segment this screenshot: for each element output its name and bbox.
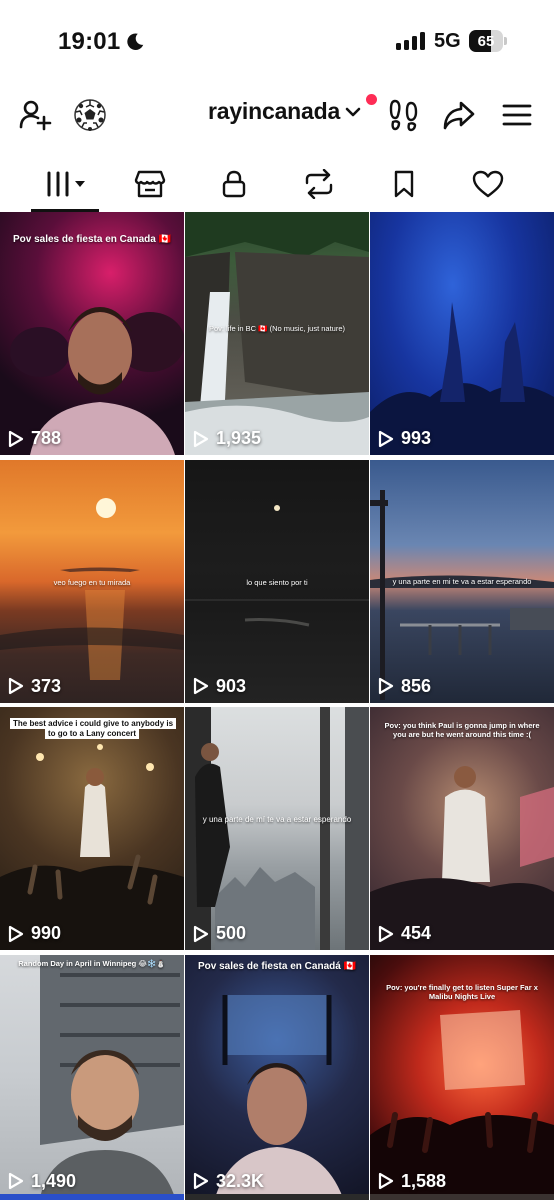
profile-tabs [0,160,554,212]
video-caption: veo fuego en tu mirada [53,577,131,587]
tab-reposts[interactable] [289,160,349,208]
view-count: 856 [401,675,432,696]
video-caption: y una parte de mí te va a estar esperand… [202,815,352,824]
play-icon [193,1172,209,1190]
video-tile[interactable]: veo fuego en tu mirada 373 [0,459,184,703]
play-icon [378,925,394,942]
video-caption: lo que siento por ti [246,577,308,587]
view-count: 32.3K [216,1170,265,1191]
video-caption: Pov sales de fiesta en Canadá 🇨🇦 [197,960,357,972]
chevron-down-icon [345,107,361,116]
video-tile[interactable]: Pov sales de fiesta en Canada 🇨🇦 788 [0,212,184,455]
status-time: 19:01 [58,28,146,56]
view-count: 993 [401,428,432,448]
video-caption: Random Day in April in Winnipeg 😂❄️⛄ [18,958,166,968]
play-icon [378,430,394,447]
video-tile[interactable]: Pov: you're finally get to listen Super … [370,954,554,1198]
video-views: 1,588 [378,1171,446,1192]
tab-private[interactable] [204,160,264,208]
play-icon [193,677,209,695]
battery-icon: 65 [469,30,507,52]
play-icon [378,677,394,695]
video-caption: Pov: life in BC 🇨🇦 (No music, just natur… [208,324,346,333]
video-tile[interactable]: The best advice i could give to anybody … [0,707,184,950]
tab-videos[interactable] [35,160,95,208]
status-bar: 19:01 5G 65 [0,0,554,80]
profile-header: rayincanada [0,88,554,140]
video-views: 993 [378,428,431,449]
video-tile[interactable]: Pov sales de fiesta en Canadá 🇨🇦 32.3K [185,954,369,1198]
video-views: 1,490 [8,1171,76,1192]
view-count: 1,935 [216,428,262,448]
video-caption: y una parte en mi te va a estar esperand… [392,576,532,586]
video-tile[interactable]: Pov: you think Paul is gonna jump in whe… [370,707,554,950]
cellular-signal-icon [396,32,425,50]
view-count: 500 [216,923,247,943]
play-icon [8,430,24,447]
soccer-ball-icon[interactable] [71,96,109,134]
view-count: 373 [31,675,62,696]
video-views: 32.3K [193,1171,264,1192]
video-tile[interactable]: lo que siento por ti 903 [185,459,369,703]
play-icon [193,925,209,942]
profile-username: rayincanada [208,98,341,124]
moon-icon [127,33,144,50]
video-grid: Pov sales de fiesta en Canada 🇨🇦 788 Pov… [0,212,554,1200]
video-views: 903 [193,676,246,697]
video-caption: Pov sales de fiesta en Canada 🇨🇦 [12,234,172,245]
heart-icon [472,170,504,198]
video-views: 788 [8,428,61,449]
tab-shop[interactable] [120,160,180,208]
video-caption: Pov: you think Paul is gonna jump in whe… [384,721,540,740]
view-count: 788 [31,428,62,448]
bookmark-icon [394,170,414,198]
video-tile[interactable]: 993 [370,212,554,455]
videos-grid-icon [47,171,85,197]
view-count: 454 [401,923,432,943]
play-icon [8,677,24,695]
username-switcher[interactable]: rayincanada [208,98,362,125]
video-views: 373 [8,676,61,697]
lock-icon [222,170,246,198]
video-views: 856 [378,676,431,697]
share-icon[interactable] [440,96,478,134]
video-tile[interactable]: Random Day in April in Winnipeg 😂❄️⛄ 1,4… [0,954,184,1198]
video-views: 454 [378,923,431,944]
play-icon [193,430,209,447]
video-views: 500 [193,923,246,944]
video-views: 1,935 [193,428,261,449]
view-count: 1,490 [31,1170,77,1191]
menu-icon[interactable] [498,96,536,134]
tab-bookmarks[interactable] [374,160,434,208]
shop-icon [134,170,166,198]
next-row-preview [0,1194,554,1200]
play-icon [8,1172,24,1190]
network-type: 5G [434,30,461,52]
video-tile[interactable]: Pov: life in BC 🇨🇦 (No music, just natur… [185,212,369,455]
notification-dot [366,94,377,105]
view-count: 903 [216,675,247,696]
play-icon [8,925,24,942]
video-tile[interactable]: y una parte en mi te va a estar esperand… [370,459,554,703]
status-time-label: 19:01 [58,28,121,55]
video-caption: Pov: you're finally get to listen Super … [386,982,538,1001]
video-views: 990 [8,923,61,944]
repost-icon [305,169,333,199]
battery-level: 65 [477,32,495,50]
tab-liked[interactable] [458,160,518,208]
add-user-icon[interactable] [16,96,54,134]
video-caption: The best advice i could give to anybody … [10,718,177,739]
footprints-icon[interactable] [385,96,423,134]
view-count: 1,588 [401,1170,447,1191]
video-tile[interactable]: y una parte de mí te va a estar esperand… [185,707,369,950]
view-count: 990 [31,923,62,943]
play-icon [378,1172,394,1190]
